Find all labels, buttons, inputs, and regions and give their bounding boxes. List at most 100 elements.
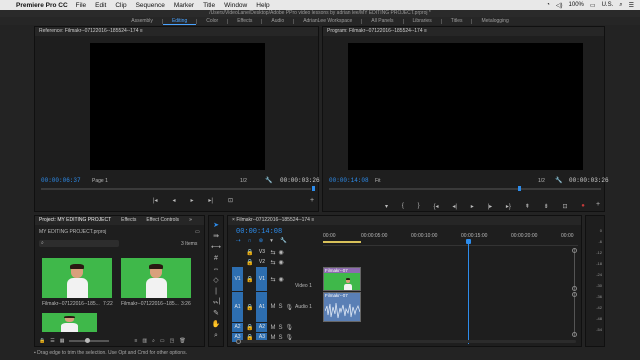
timeline-vertical-scroll-lower[interactable] <box>572 292 577 337</box>
nest-icon[interactable]: ⇢ <box>236 238 241 244</box>
play-icon[interactable]: ▸ <box>190 197 193 204</box>
workspace-adrianlee[interactable]: AdrianLee Workspace <box>294 17 361 25</box>
lock-icon[interactable]: 🔒 <box>246 276 253 283</box>
sync-lock-icon[interactable]: ⇆ <box>270 249 275 256</box>
reference-settings-icon[interactable]: 🔧 <box>265 177 272 184</box>
clip-name-1[interactable]: Filmakr--07122016--185... <box>42 301 100 307</box>
reference-video-frame[interactable] <box>90 43 265 170</box>
clip-thumbnail-1[interactable] <box>42 258 112 298</box>
find-icon[interactable]: ⌕ <box>152 338 155 344</box>
menu-marker[interactable]: Marker <box>174 2 194 9</box>
export-frame-icon[interactable]: ⊡ <box>228 197 233 204</box>
snap-icon[interactable]: ∩ <box>248 238 252 244</box>
ripple-edit-tool-icon[interactable]: ⟷ <box>211 243 221 253</box>
program-playhead-marker[interactable] <box>518 186 521 191</box>
menu-edit[interactable]: Edit <box>95 2 106 9</box>
clear-icon[interactable]: 🗑 <box>179 338 185 344</box>
wifi-icon[interactable]: ◔ <box>546 2 550 8</box>
battery-percent[interactable]: 100% <box>569 2 584 8</box>
timeline-vertical-scroll-upper[interactable] <box>572 248 577 291</box>
program-scrub-bar[interactable] <box>329 188 601 190</box>
close-icon[interactable]: × <box>232 217 235 223</box>
icon-view-icon[interactable]: ▦ <box>60 338 65 344</box>
menu-title[interactable]: Title <box>203 2 215 9</box>
new-bin-icon[interactable]: ▭ <box>195 229 200 235</box>
track-label-a2[interactable]: A2 <box>256 323 268 332</box>
locale-label[interactable]: U.S. <box>602 2 614 8</box>
tab-effect-controls[interactable]: Effect Controls <box>146 216 179 225</box>
program-add-button-icon[interactable]: + <box>596 201 600 208</box>
tab-project[interactable]: Project: MY EDITING PROJECT <box>39 216 111 225</box>
reference-add-button-icon[interactable]: + <box>310 197 314 204</box>
timeline-ruler[interactable]: 00:00 00:00:05:00 00:00:10:00 00:00:15:0… <box>323 229 578 246</box>
reference-scrub-bar[interactable] <box>41 188 311 190</box>
reference-timecode-current[interactable]: 00:00:06:37 <box>41 177 81 184</box>
workspace-effects[interactable]: Effects <box>228 17 261 25</box>
linked-selection-icon[interactable]: ⊗ <box>259 238 264 244</box>
video-clip[interactable]: Filmakr--07 <box>323 267 361 291</box>
mark-out-icon[interactable]: } <box>418 203 420 210</box>
mic-icon[interactable]: 🎙 <box>286 304 294 311</box>
solo-icon[interactable]: S <box>278 325 282 331</box>
extract-icon[interactable]: ⇟ <box>544 203 549 210</box>
reference-monitor-title[interactable]: Reference: Filmakr--07122016--185524--17… <box>35 27 318 36</box>
audio-clip[interactable]: Filmakr--07 <box>323 292 361 322</box>
rate-stretch-tool-icon[interactable]: ⇔ <box>211 265 221 275</box>
track-label-v1[interactable]: V1 <box>256 267 268 291</box>
panel-overflow-icon[interactable]: » <box>189 216 192 225</box>
mark-in-icon[interactable]: { <box>402 203 404 210</box>
reference-fraction[interactable]: 1/2 <box>240 178 247 184</box>
tab-effects[interactable]: Effects <box>121 216 136 225</box>
workspace-assembly[interactable]: Assembly <box>122 17 162 25</box>
track-label-v3[interactable]: V3 <box>256 248 267 257</box>
menu-help[interactable]: Help <box>256 2 269 9</box>
step-forward-icon[interactable]: ▸| <box>208 197 213 204</box>
notification-icon[interactable]: ☰ <box>629 2 634 9</box>
step-forward-icon[interactable]: |▸ <box>488 203 493 210</box>
export-frame-icon[interactable]: ⊡ <box>562 203 567 210</box>
go-to-in-icon[interactable]: {◂ <box>433 203 438 210</box>
source-patch-a1[interactable]: A1 <box>232 292 243 322</box>
search-icon[interactable]: ⌕ <box>619 2 622 9</box>
lock-icon[interactable]: 🔒 <box>246 304 253 311</box>
clip-name-2[interactable]: Filmakr--07122016--185... <box>121 301 179 307</box>
pen-tool-icon[interactable]: ✎ <box>211 309 221 319</box>
add-marker-icon[interactable]: ▾ <box>385 203 388 210</box>
go-to-out-icon[interactable]: ▸} <box>506 203 511 210</box>
lock-icon[interactable]: 🔒 <box>39 338 45 344</box>
volume-icon[interactable]: ◁) <box>556 2 563 9</box>
source-patch-v1[interactable]: V1 <box>232 267 243 291</box>
slide-tool-icon[interactable]: ↔ <box>211 298 221 308</box>
program-monitor-title[interactable]: Program: Filmakr--07122016--185524--174 … <box>323 27 604 36</box>
play-stop-icon[interactable]: ◂ <box>173 197 176 204</box>
menu-sequence[interactable]: Sequence <box>136 2 165 9</box>
menu-file[interactable]: File <box>76 2 86 9</box>
list-view-icon[interactable]: ☰ <box>50 338 54 344</box>
new-item-icon[interactable]: ◳ <box>170 338 175 344</box>
menu-clip[interactable]: Clip <box>115 2 126 9</box>
razor-tool-icon[interactable]: ◇ <box>211 276 221 286</box>
lock-icon[interactable]: 🔒 <box>246 249 253 256</box>
step-back-icon[interactable]: ◂| <box>452 203 457 210</box>
add-marker-icon[interactable]: ▾ <box>270 238 273 244</box>
workspace-libraries[interactable]: Libraries <box>404 17 441 25</box>
program-fraction[interactable]: 1/2 <box>538 178 545 184</box>
zoom-tool-icon[interactable]: ⌕ <box>211 331 221 341</box>
sync-lock-icon[interactable]: ⇆ <box>270 259 275 266</box>
playhead-line[interactable] <box>468 244 469 344</box>
play-icon[interactable]: ▸ <box>471 203 474 210</box>
clip-thumbnail-3[interactable] <box>42 313 97 332</box>
timeline-timecode[interactable]: 00:00:14:08 <box>236 228 282 236</box>
mic-icon[interactable]: 🎙 <box>286 324 294 331</box>
sort-icon[interactable]: ≡ <box>134 338 137 344</box>
lock-icon[interactable]: 🔒 <box>246 324 253 331</box>
workspace-audio[interactable]: Audio <box>262 17 293 25</box>
new-bin-footer-icon[interactable]: ▭ <box>160 338 165 344</box>
eye-icon[interactable]: ◉ <box>279 276 284 283</box>
zoom-slider[interactable] <box>69 338 110 343</box>
program-video-frame[interactable] <box>348 43 583 170</box>
program-fit-select[interactable]: Fit <box>375 178 381 184</box>
timeline-tab[interactable]: × Filmakr--07122016--185524--174 ≡ <box>228 216 581 225</box>
reference-page-select[interactable]: Page 1 <box>92 178 108 184</box>
workspace-metalogging[interactable]: Metalogging <box>472 17 517 25</box>
